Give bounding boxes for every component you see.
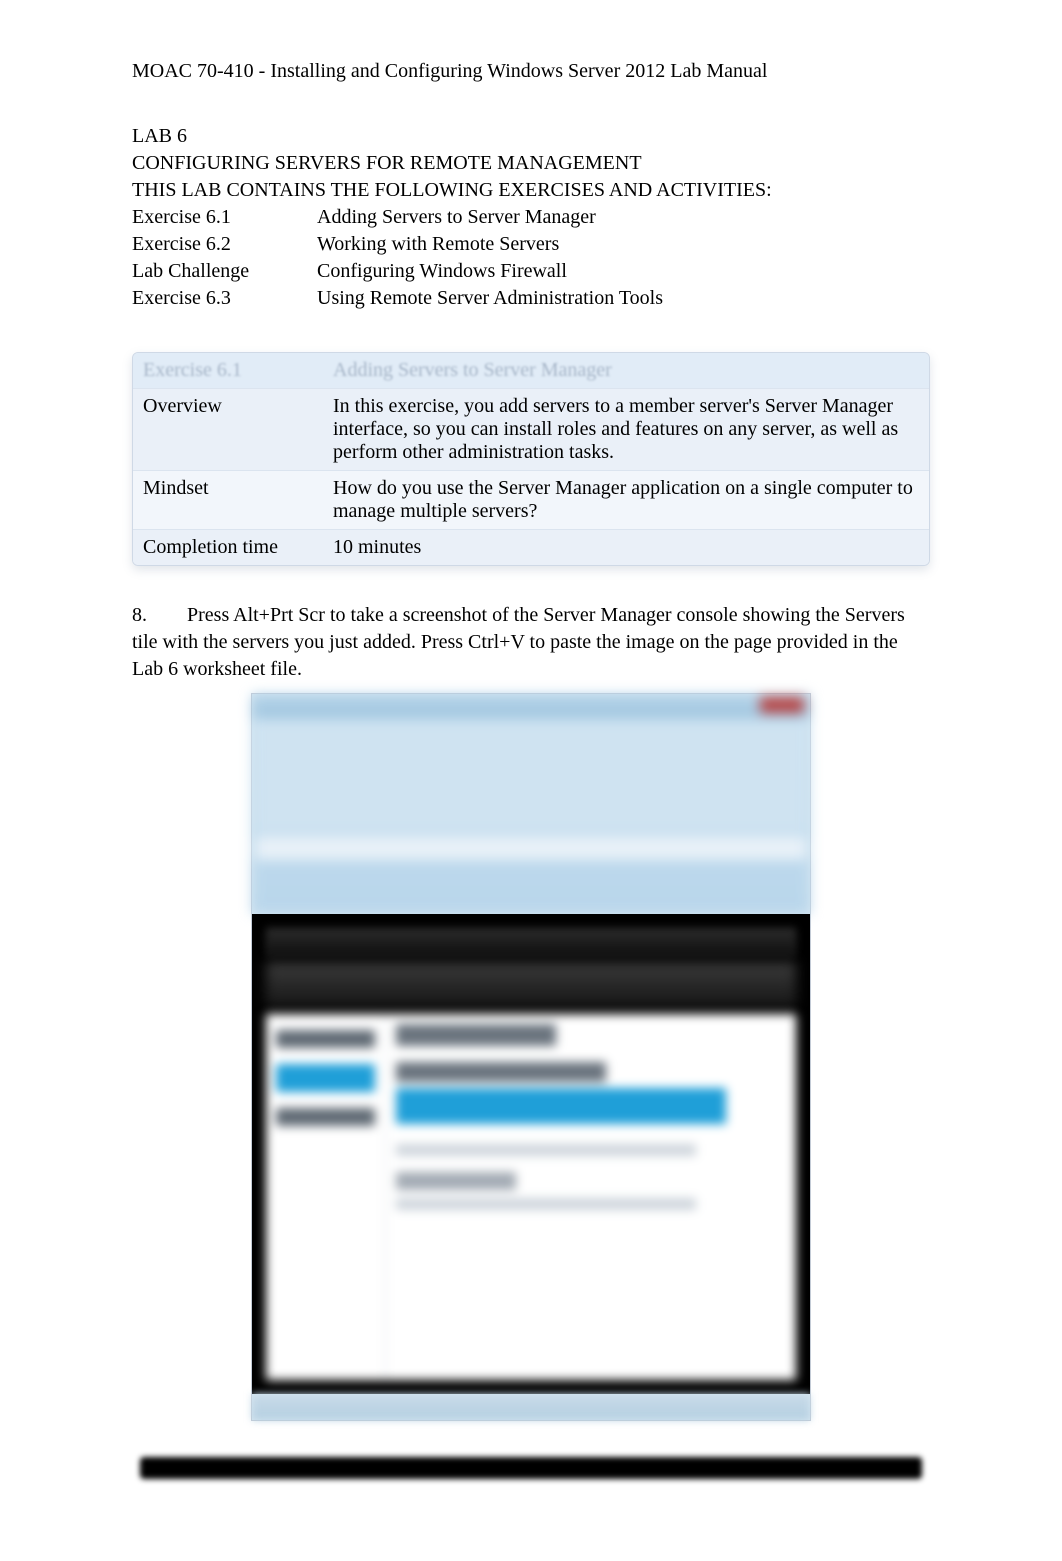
screenshot-top-app — [252, 694, 810, 914]
exercise-row-value: How do you use the Server Manager applic… — [323, 471, 929, 530]
exercise-row-value: In this exercise, you add servers to a m… — [323, 389, 929, 471]
exercise-header-title-ghost: Adding Servers to Server Manager — [333, 359, 612, 381]
server-manager-main — [386, 1014, 796, 1380]
screenshot-frame — [251, 693, 811, 1421]
exercise-row: Completion time 10 minutes — [133, 530, 929, 566]
lab-exercise-row: Exercise 6.2 Working with Remote Servers — [132, 231, 663, 258]
lab-exercise-id: Lab Challenge — [132, 258, 317, 285]
lab-exercise-list: Exercise 6.1 Adding Servers to Server Ma… — [132, 204, 663, 312]
lab-exercise-id: Exercise 6.1 — [132, 204, 317, 231]
screenshot-vm-area — [252, 914, 810, 1394]
step-paragraph: 8. Press Alt+Prt Scr to take a screensho… — [132, 602, 930, 683]
ribbon-area — [256, 722, 806, 832]
lab-exercise-desc: Configuring Windows Firewall — [317, 258, 663, 285]
window-titlebar — [252, 694, 810, 718]
exercise-row-label: Overview — [133, 389, 323, 471]
redacted-bar — [140, 1457, 922, 1479]
servers-tile-label — [396, 1062, 606, 1082]
sidebar-item — [276, 1108, 375, 1126]
lab-exercise-id: Exercise 6.2 — [132, 231, 317, 258]
lab-exercise-row: Exercise 6.1 Adding Servers to Server Ma… — [132, 204, 663, 231]
sidebar-item — [276, 1030, 375, 1048]
servers-heading — [396, 1024, 556, 1046]
screenshot-taskbar — [252, 1394, 810, 1420]
exercise-header-id-ghost: Exercise 6.1 — [143, 359, 242, 381]
lab-number: LAB 6 — [132, 123, 930, 150]
doc-header: MOAC 70-410 - Installing and Configuring… — [132, 60, 930, 83]
vm-toolbar — [266, 962, 796, 1006]
lab-exercise-row: Exercise 6.3 Using Remote Server Adminis… — [132, 285, 663, 312]
exercise-row-label: Mindset — [133, 471, 323, 530]
exercise-row: Overview In this exercise, you add serve… — [133, 389, 929, 471]
lab-exercise-row: Lab Challenge Configuring Windows Firewa… — [132, 258, 663, 285]
lab-exercise-desc: Using Remote Server Administration Tools — [317, 285, 663, 312]
step-number: 8. — [132, 604, 147, 626]
servers-tile — [396, 1088, 726, 1124]
lab-exercise-desc: Adding Servers to Server Manager — [317, 204, 663, 231]
exercise-header-row: Exercise 6.1 Adding Servers to Server Ma… — [133, 353, 929, 389]
sidebar-item-selected — [276, 1064, 375, 1092]
exercise-row-value: 10 minutes — [323, 530, 929, 566]
exercise-row-label: Completion time — [133, 530, 323, 566]
lab-overview-block: LAB 6 CONFIGURING SERVERS FOR REMOTE MAN… — [132, 123, 930, 312]
lab-exercise-id: Exercise 6.3 — [132, 285, 317, 312]
content-line — [396, 1198, 696, 1210]
lab-exercise-desc: Working with Remote Servers — [317, 231, 663, 258]
step-text: Press Alt+Prt Scr to take a screenshot o… — [132, 604, 905, 680]
content-block — [396, 1172, 516, 1190]
exercise-row: Mindset How do you use the Server Manage… — [133, 471, 929, 530]
server-manager-window — [266, 1014, 796, 1380]
lab-intro: THIS LAB CONTAINS THE FOLLOWING EXERCISE… — [132, 177, 930, 204]
lab-title: CONFIGURING SERVERS FOR REMOTE MANAGEMEN… — [132, 150, 930, 177]
vm-titlebar — [266, 928, 796, 956]
exercise-detail-box: Exercise 6.1 Adding Servers to Server Ma… — [132, 352, 930, 566]
content-line — [396, 1144, 696, 1156]
server-manager-sidebar — [266, 1014, 386, 1380]
embedded-screenshot — [251, 693, 811, 1421]
close-icon — [760, 697, 804, 713]
toolbar-strip — [256, 836, 806, 860]
